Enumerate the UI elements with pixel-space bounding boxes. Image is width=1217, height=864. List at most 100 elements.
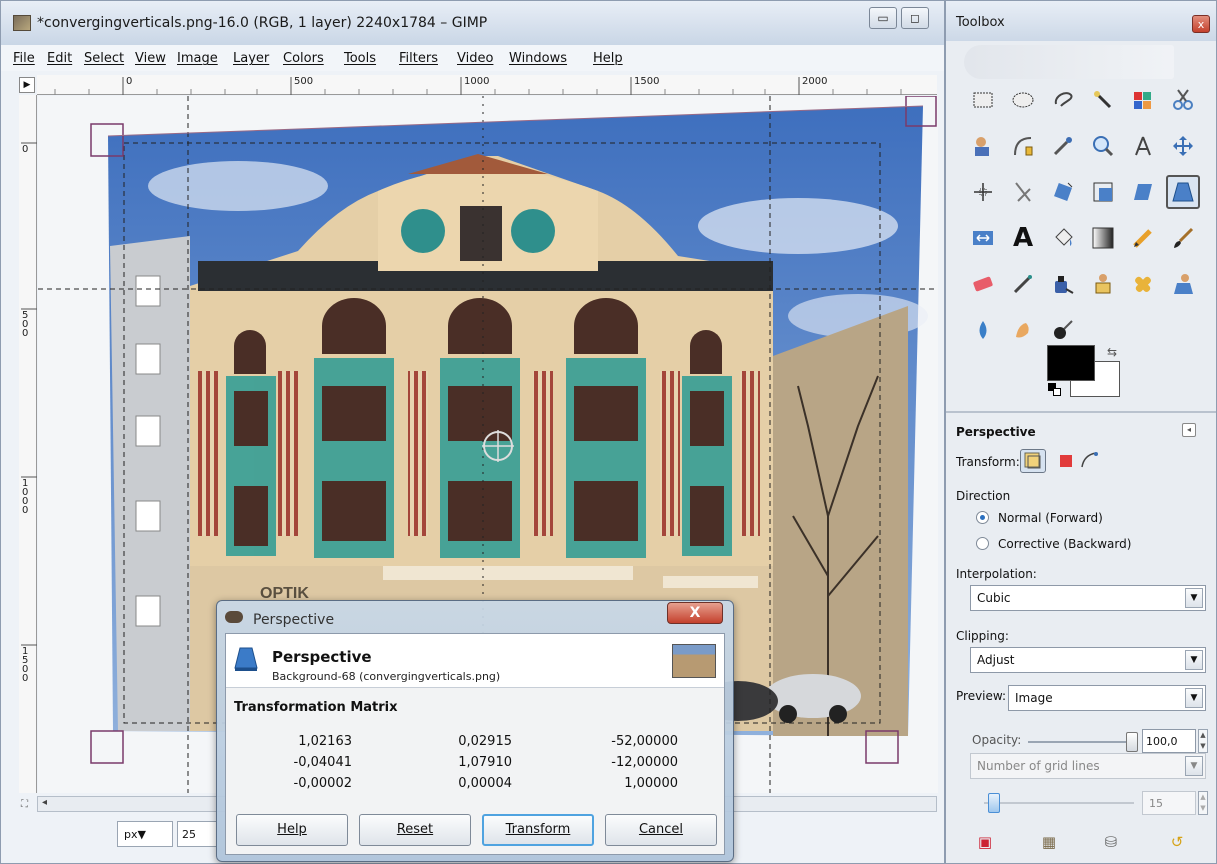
crop-icon[interactable] (1006, 175, 1040, 209)
flip-icon[interactable] (966, 221, 1000, 255)
toolbox-titlebar[interactable]: Toolbox x (946, 1, 1216, 41)
vertical-ruler[interactable]: 0 500 1000 1500 (19, 95, 37, 793)
direction-normal-radio[interactable] (976, 511, 989, 524)
pencil-icon[interactable] (1126, 221, 1160, 255)
blur-icon[interactable] (966, 313, 1000, 347)
reset-colors-icon[interactable] (1048, 383, 1062, 397)
navigate-icon[interactable]: ⛶ (21, 799, 35, 811)
foreground-color-swatch[interactable] (1047, 345, 1095, 381)
tool-options-title: Perspective (956, 425, 1036, 439)
menu-help[interactable]: Help (593, 51, 623, 66)
fuzzy-select-icon[interactable] (1086, 83, 1120, 117)
clone-icon[interactable] (1086, 267, 1120, 301)
menu-select[interactable]: Select (84, 51, 124, 66)
ink-icon[interactable] (1046, 267, 1080, 301)
preview-select[interactable]: Image ▼ (1008, 685, 1206, 711)
menu-filters[interactable]: Filters (399, 51, 438, 66)
opacity-slider-handle[interactable] (1126, 732, 1138, 752)
opacity-value-field[interactable]: 100,0 (1142, 729, 1196, 753)
wilber-logo (964, 45, 1174, 79)
color-picker-icon[interactable] (1046, 129, 1080, 163)
color-select-icon[interactable] (1126, 83, 1160, 117)
minimize-button[interactable]: ▭ (869, 7, 897, 29)
menu-image[interactable]: Image (177, 51, 218, 66)
menu-view[interactable]: View (135, 51, 166, 66)
dialog-close-button[interactable]: X (667, 602, 723, 624)
matrix-cell: 1,02163 (298, 734, 352, 749)
text-icon[interactable]: A (1006, 221, 1040, 255)
clipping-select[interactable]: Adjust ▼ (970, 647, 1206, 673)
menu-colors[interactable]: Colors (283, 51, 324, 66)
grid-lines-slider-handle[interactable] (988, 793, 1000, 813)
rotate-icon[interactable] (1046, 175, 1080, 209)
zoom-icon[interactable] (1086, 129, 1120, 163)
menu-windows[interactable]: Windows (509, 51, 567, 66)
paths-icon[interactable] (1006, 129, 1040, 163)
matrix-cell: -0,00002 (293, 776, 352, 791)
airbrush-icon[interactable] (1006, 267, 1040, 301)
blend-icon[interactable] (1086, 221, 1120, 255)
perspective-icon[interactable] (1166, 175, 1200, 209)
grid-lines-slider-track[interactable] (984, 802, 1134, 804)
ruler-v-label-1500: 1500 (22, 646, 29, 684)
opacity-spin-buttons[interactable]: ▲ ▼ (1198, 729, 1208, 753)
align-icon[interactable] (966, 175, 1000, 209)
transform-button[interactable]: Transform (482, 814, 594, 846)
measure-icon[interactable] (1126, 129, 1160, 163)
interpolation-select[interactable]: Cubic ▼ (970, 585, 1206, 611)
menu-tools[interactable]: Tools (344, 51, 376, 66)
help-button[interactable]: Help (236, 814, 348, 846)
unit-select[interactable]: px▼ (117, 821, 173, 847)
interpolation-label: Interpolation: (956, 567, 1037, 581)
transform-selection-button[interactable] (1060, 455, 1072, 467)
direction-corrective-label[interactable]: Corrective (Backward) (998, 537, 1131, 551)
smudge-icon[interactable] (1006, 313, 1040, 347)
window-title: *convergingverticals.png-16.0 (RGB, 1 la… (37, 15, 488, 31)
save-options-icon[interactable]: ▣ (976, 833, 994, 851)
direction-normal-label[interactable]: Normal (Forward) (998, 511, 1103, 525)
ellipse-select-icon[interactable] (1006, 83, 1040, 117)
matrix-title: Transformation Matrix (234, 700, 398, 715)
gimp-wilber-icon (225, 611, 243, 623)
transform-path-button[interactable] (1080, 451, 1100, 469)
ruler-v-label-0: 0 (22, 144, 29, 155)
delete-options-icon[interactable]: ⛁ (1102, 833, 1120, 851)
eraser-icon[interactable] (966, 267, 1000, 301)
horizontal-ruler[interactable]: 0 500 1000 1500 2000 (37, 75, 937, 95)
swap-colors-icon[interactable]: ⇆ (1107, 345, 1117, 359)
heal-icon[interactable] (1126, 267, 1160, 301)
maximize-button[interactable]: ◻ (901, 7, 929, 29)
menu-file[interactable]: File (13, 51, 35, 66)
gimp-image-icon (13, 15, 31, 31)
menu-edit[interactable]: Edit (47, 51, 72, 66)
opacity-slider-track[interactable] (1028, 741, 1134, 743)
ruler-menu-button[interactable]: ▶ (19, 77, 35, 93)
ruler-label-500: 500 (294, 76, 314, 87)
scroll-left-icon[interactable]: ◂ (42, 797, 47, 808)
menu-layer[interactable]: Layer (233, 51, 269, 66)
scissors-icon[interactable] (1166, 83, 1200, 117)
bucket-fill-icon[interactable] (1046, 221, 1080, 255)
scale-icon[interactable] (1086, 175, 1120, 209)
toolbox-close-button[interactable]: x (1192, 15, 1210, 33)
grid-lines-value-field: 15 (1142, 791, 1196, 815)
direction-corrective-radio[interactable] (976, 537, 989, 550)
reset-button[interactable]: Reset (359, 814, 471, 846)
shear-icon[interactable] (1126, 175, 1160, 209)
restore-options-icon[interactable]: ▦ (1040, 833, 1058, 851)
rect-select-icon[interactable] (966, 83, 1000, 117)
image-window-titlebar[interactable]: *convergingverticals.png-16.0 (RGB, 1 la… (1, 1, 944, 45)
perspective-dialog: Perspective X Perspective Background-68 … (216, 600, 734, 862)
foreground-select-icon[interactable] (966, 129, 1000, 163)
dodge-burn-icon[interactable] (1046, 313, 1080, 347)
transform-layer-button[interactable] (1020, 449, 1046, 473)
paintbrush-icon[interactable] (1166, 221, 1200, 255)
perspective-clone-icon[interactable] (1166, 267, 1200, 301)
menu-video[interactable]: Video (457, 51, 493, 66)
cancel-button[interactable]: Cancel (605, 814, 717, 846)
options-menu-icon[interactable]: ◂ (1182, 423, 1196, 437)
move-icon[interactable] (1166, 129, 1200, 163)
free-select-icon[interactable] (1046, 83, 1080, 117)
reset-options-icon[interactable]: ↺ (1168, 833, 1186, 851)
zoom-field[interactable]: 25 (177, 821, 217, 847)
